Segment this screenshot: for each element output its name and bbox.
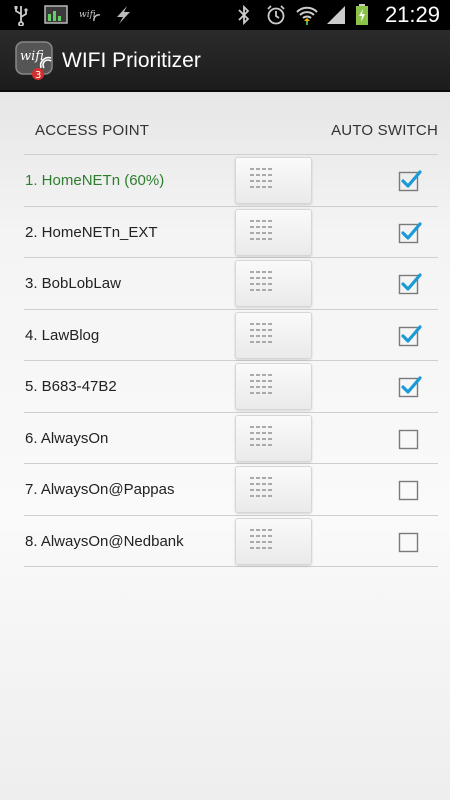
column-header-access-point: ACCESS POINT (35, 122, 150, 139)
alarm-icon (265, 4, 287, 26)
access-point-list: 1. HomeNETn (60%) 2. HomeNETn_EXT 3. BobLo… (24, 154, 438, 567)
grip-icon (250, 168, 272, 188)
grip-icon (250, 374, 272, 394)
auto-switch-checkbox[interactable] (398, 427, 420, 449)
drag-handle[interactable] (235, 260, 312, 307)
grip-icon (250, 477, 272, 497)
auto-switch-checkbox[interactable] (398, 375, 422, 398)
auto-switch-checkbox[interactable] (398, 272, 422, 295)
svg-text:wifi: wifi (20, 49, 44, 64)
drag-handle[interactable] (235, 517, 312, 565)
table-header: ACCESS POINT AUTO SWITCH (0, 92, 450, 154)
auto-switch-checkbox[interactable] (398, 221, 422, 243)
column-header-auto-switch: AUTO SWITCH (331, 122, 438, 139)
access-point-label: 5. B683-47B2 (25, 378, 117, 395)
list-item[interactable]: 6. AlwaysOn (24, 413, 438, 464)
list-item[interactable]: 3. BobLobLaw (24, 258, 438, 310)
action-bar: wifi 3 WIFI Prioritizer (0, 30, 450, 92)
usb-icon (10, 4, 32, 27)
charging-flash-icon (112, 4, 134, 26)
app-title: WIFI Prioritizer (62, 49, 201, 72)
grip-icon (250, 425, 272, 446)
wifi-app-icon[interactable]: wifi 3 (14, 38, 58, 82)
list-item[interactable]: 1. HomeNETn (60%) (24, 155, 438, 207)
cell-signal-icon (325, 4, 347, 26)
list-item[interactable]: 7. AlwaysOn@Pappas (24, 464, 438, 516)
list-item[interactable]: 5. B683-47B2 (24, 361, 438, 413)
svg-text:wifi: wifi (79, 10, 96, 20)
auto-switch-checkbox[interactable] (398, 530, 420, 552)
content-area: ACCESS POINT AUTO SWITCH 1. HomeNETn (60… (0, 92, 450, 800)
drag-handle[interactable] (235, 414, 312, 462)
list-item[interactable]: 2. HomeNETn_EXT (24, 207, 438, 258)
battery-charging-icon (355, 4, 377, 26)
drag-handle[interactable] (235, 466, 312, 513)
access-point-label: 4. LawBlog (25, 326, 100, 344)
drag-handle[interactable] (235, 208, 312, 256)
grip-icon (250, 219, 272, 240)
drag-handle[interactable] (235, 311, 312, 359)
clock: 21:29 (384, 2, 440, 27)
access-point-label: 1. HomeNETn (60%) (25, 172, 165, 189)
access-point-label: 6. AlwaysOn (25, 429, 109, 447)
auto-switch-checkbox[interactable] (398, 169, 422, 192)
access-point-label: 2. HomeNETn_EXT (25, 223, 158, 241)
status-bar: wifi 21:29 (0, 0, 450, 30)
grip-icon (250, 322, 272, 343)
drag-handle[interactable] (235, 157, 312, 204)
grip-icon (250, 271, 272, 291)
access-point-label: 7. AlwaysOn@Pappas (25, 481, 175, 498)
drag-handle[interactable] (235, 363, 312, 410)
auto-switch-checkbox[interactable] (398, 324, 422, 346)
bluetooth-icon (235, 4, 257, 26)
list-item[interactable]: 4. LawBlog (24, 310, 438, 361)
access-point-label: 8. AlwaysOn@Nedbank (25, 532, 184, 550)
monitor-icon (44, 4, 68, 26)
wifi-signal-icon (295, 4, 318, 26)
svg-text:3: 3 (35, 70, 41, 81)
list-item[interactable]: 8. AlwaysOn@Nedbank (24, 516, 438, 567)
access-point-label: 3. BobLobLaw (25, 275, 121, 292)
wifi-label-icon: wifi (78, 4, 101, 26)
auto-switch-checkbox[interactable] (398, 478, 420, 501)
grip-icon (250, 528, 272, 549)
